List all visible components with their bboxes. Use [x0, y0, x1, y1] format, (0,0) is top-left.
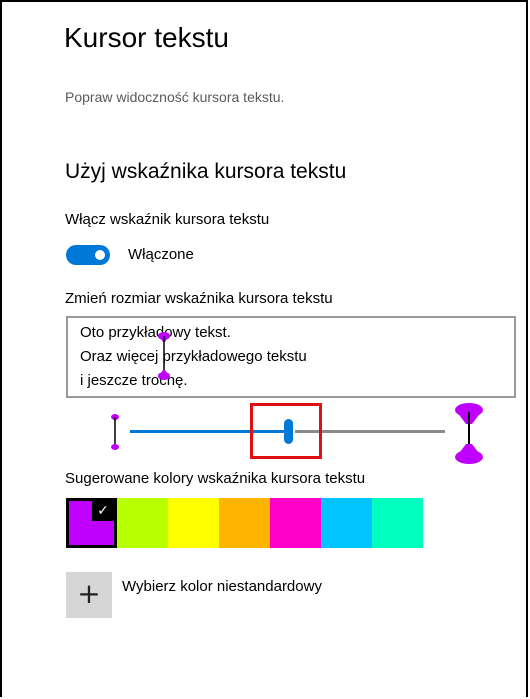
page-subtitle: Popraw widoczność kursora tekstu.	[65, 89, 285, 105]
plus-icon: +	[77, 577, 101, 610]
color-swatch[interactable]	[117, 498, 168, 548]
color-swatch[interactable]	[321, 498, 372, 548]
color-swatch[interactable]	[270, 498, 321, 548]
toggle-label: Włącz wskaźnik kursora tekstu	[65, 211, 270, 228]
large-cursor-icon	[455, 403, 483, 464]
check-icon: ✓	[92, 501, 114, 521]
size-label: Zmień rozmiar wskaźnika kursora tekstu	[65, 290, 333, 307]
color-swatch[interactable]	[168, 498, 219, 548]
toggle-state-label: Włączone	[128, 246, 194, 263]
page-title: Kursor tekstu	[64, 22, 229, 53]
small-cursor-icon	[111, 414, 119, 450]
toggle-knob	[95, 250, 105, 260]
text-cursor-indicator-icon	[158, 332, 170, 380]
slider-highlight-box	[250, 403, 322, 459]
colors-label: Sugerowane kolory wskaźnika kursora teks…	[65, 470, 366, 487]
indicator-toggle[interactable]	[66, 245, 110, 265]
section-title: Użyj wskaźnika kursora tekstu	[65, 160, 347, 183]
color-swatch[interactable]	[372, 498, 423, 548]
custom-color-label[interactable]: Wybierz kolor niestandardowy	[122, 578, 322, 595]
color-swatches: ✓	[66, 498, 423, 548]
color-swatch[interactable]: ✓	[66, 498, 117, 548]
color-swatch[interactable]	[219, 498, 270, 548]
preview-box: Oto przykładowy tekst. Oraz więcej przyk…	[66, 316, 516, 398]
preview-line: Oraz więcej przykładowego tekstu	[80, 348, 307, 365]
custom-color-button[interactable]: +	[66, 572, 112, 618]
